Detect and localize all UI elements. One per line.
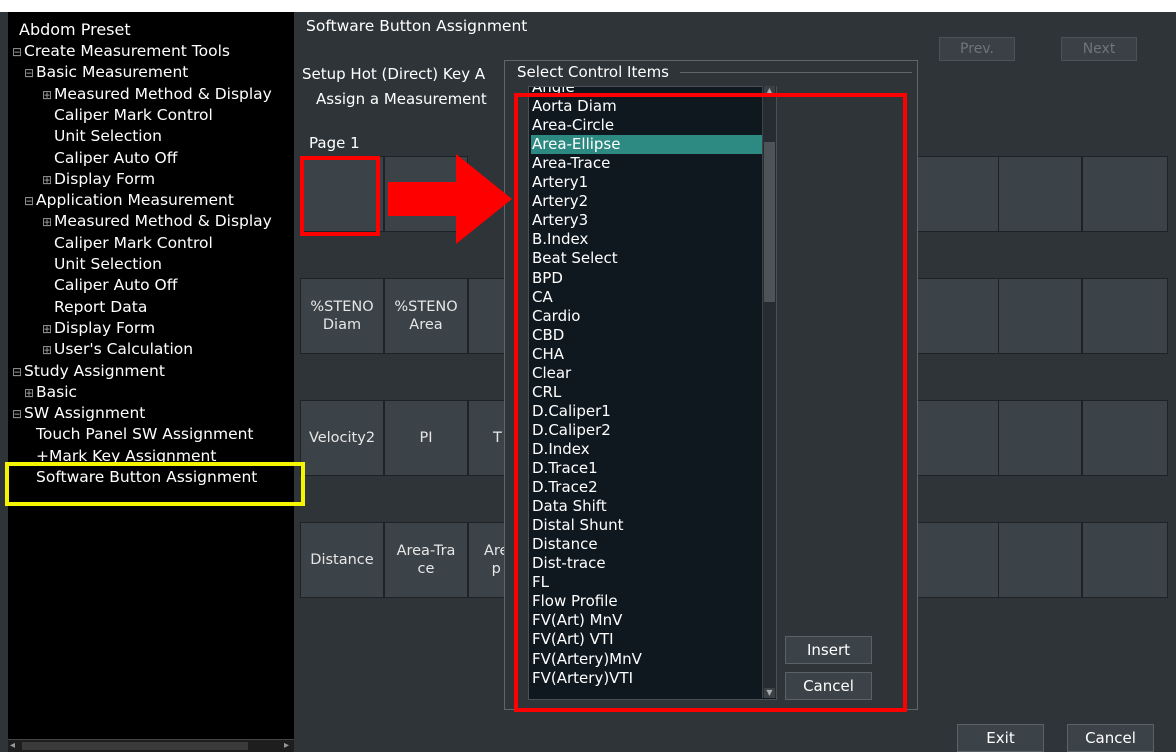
expand-toggle-icon[interactable]: ⊟ [12,404,24,424]
grid-button-area-trace[interactable]: Area-Tra ce [384,522,468,598]
annotation-target-highlight [300,156,380,236]
tree-item-label: Measured Method & Display [54,84,272,103]
tree-item[interactable]: Caliper Mark Control [42,105,213,125]
tree-item-label: Touch Panel SW Assignment [36,425,254,444]
grid-button[interactable] [916,522,1000,598]
assign-measurement-label: Assign a Measurement [316,90,487,108]
scroll-right-icon[interactable]: ▸ [284,740,289,751]
tree-item[interactable]: Caliper Auto Off [42,275,177,295]
tree-item-label: Display Form [54,169,156,188]
annotation-menu-highlight [5,462,305,506]
expand-toggle-icon[interactable]: ⊞ [42,319,54,339]
tree-item[interactable]: ⊟ Basic Measurement [24,62,188,83]
grid-button[interactable] [998,156,1082,232]
tree-item[interactable]: ⊞ User's Calculation [42,339,193,360]
tree-item-label: Caliper Mark Control [54,105,213,124]
prev-button[interactable]: Prev. [939,37,1015,61]
tree-item-label: Application Measurement [36,191,234,210]
expand-toggle-icon[interactable]: ⊟ [24,63,36,83]
tree-item[interactable]: Caliper Mark Control [42,233,213,253]
tree-item-label: Create Measurement Tools [24,42,230,60]
expand-toggle-icon[interactable]: ⊞ [42,212,54,232]
tree-item-label: User's Calculation [54,340,194,359]
cancel-button[interactable]: Cancel [1067,724,1154,752]
grid-button-velocity2[interactable]: Velocity2 [300,400,384,476]
expand-toggle-icon[interactable]: ⊟ [12,362,24,382]
tree-item-label: SW Assignment [24,404,146,423]
tree-item[interactable]: ⊟ SW Assignment [12,403,145,424]
expand-toggle-icon[interactable]: ⊞ [42,85,54,105]
tree-item-label: Display Form [54,318,156,337]
grid-button[interactable] [916,278,1000,354]
tree-item-label: Report Data [54,297,148,316]
tree-item-label: Caliper Mark Control [54,233,213,252]
tree-item[interactable]: ⊟ Application Measurement [24,190,234,211]
tree-title: Abdom Preset [19,20,131,39]
scrollbar-thumb[interactable] [22,742,248,750]
tree-item-label: Unit Selection [54,127,162,146]
tree-item[interactable]: Caliper Auto Off [42,148,177,168]
tree-item-label: Caliper Auto Off [54,148,178,167]
grid-button[interactable] [998,400,1082,476]
tree-item-label: Caliper Auto Off [54,276,178,295]
grid-button[interactable] [916,156,1000,232]
expand-toggle-icon[interactable]: ⊞ [42,340,54,360]
scroll-left-icon[interactable]: ◂ [10,740,15,751]
tree-item[interactable]: ⊞ Measured Method & Display [42,211,272,232]
tree-item[interactable]: ⊞ Measured Method & Display [42,84,272,105]
grid-button[interactable] [1082,156,1168,232]
tree-item-label: Study Assignment [24,361,165,380]
grid-button[interactable] [998,522,1082,598]
setup-hot-key-label: Setup Hot (Direct) Key A [302,65,486,83]
expand-toggle-icon[interactable]: ⊟ [24,191,36,211]
page-label: Page 1 [309,134,360,152]
grid-button[interactable] [1082,278,1168,354]
grid-button-steno-area[interactable]: %STENO Area [384,278,468,354]
tree-horizontal-scrollbar[interactable]: ◂ ▸ [8,739,294,752]
next-button[interactable]: Next [1061,37,1137,61]
tree-item-label: Unit Selection [54,255,162,273]
tree-item[interactable]: Unit Selection [42,254,162,274]
tree-item[interactable]: ⊞ Display Form [42,169,155,190]
dialog-title: Select Control Items [517,63,673,81]
grid-button[interactable] [1082,400,1168,476]
expand-toggle-icon[interactable]: ⊟ [12,42,24,62]
expand-toggle-icon[interactable]: ⊞ [24,383,36,403]
tree-item[interactable]: ⊞ Basic [24,382,77,403]
page-title: Software Button Assignment [306,17,528,35]
tree-item[interactable]: Touch Panel SW Assignment [24,424,254,444]
tree-item[interactable]: ⊟ Study Assignment [12,361,165,382]
dialog-divider [680,72,912,73]
tree-item[interactable]: ⊟ Create Measurement Tools [12,41,230,62]
tree-item-label: Basic Measurement [36,63,189,82]
annotation-list-highlight [514,93,907,712]
grid-button[interactable] [916,400,1000,476]
expand-toggle-icon[interactable]: ⊞ [42,170,54,190]
grid-button-distance[interactable]: Distance [300,522,384,598]
annotation-arrow-icon [388,154,512,244]
tree-item[interactable]: ⊞ Display Form [42,318,155,339]
tree-item[interactable]: Unit Selection [42,126,162,146]
grid-button-pi[interactable]: PI [384,400,468,476]
grid-button-steno-diam[interactable]: %STENO Diam [300,278,384,354]
tree-item-label: Measured Method & Display [54,212,272,231]
tree-item[interactable]: Report Data [42,297,147,317]
grid-button[interactable] [1082,522,1168,598]
tree-item-label: Basic [36,382,78,401]
exit-button[interactable]: Exit [957,724,1044,752]
grid-button[interactable] [998,278,1082,354]
